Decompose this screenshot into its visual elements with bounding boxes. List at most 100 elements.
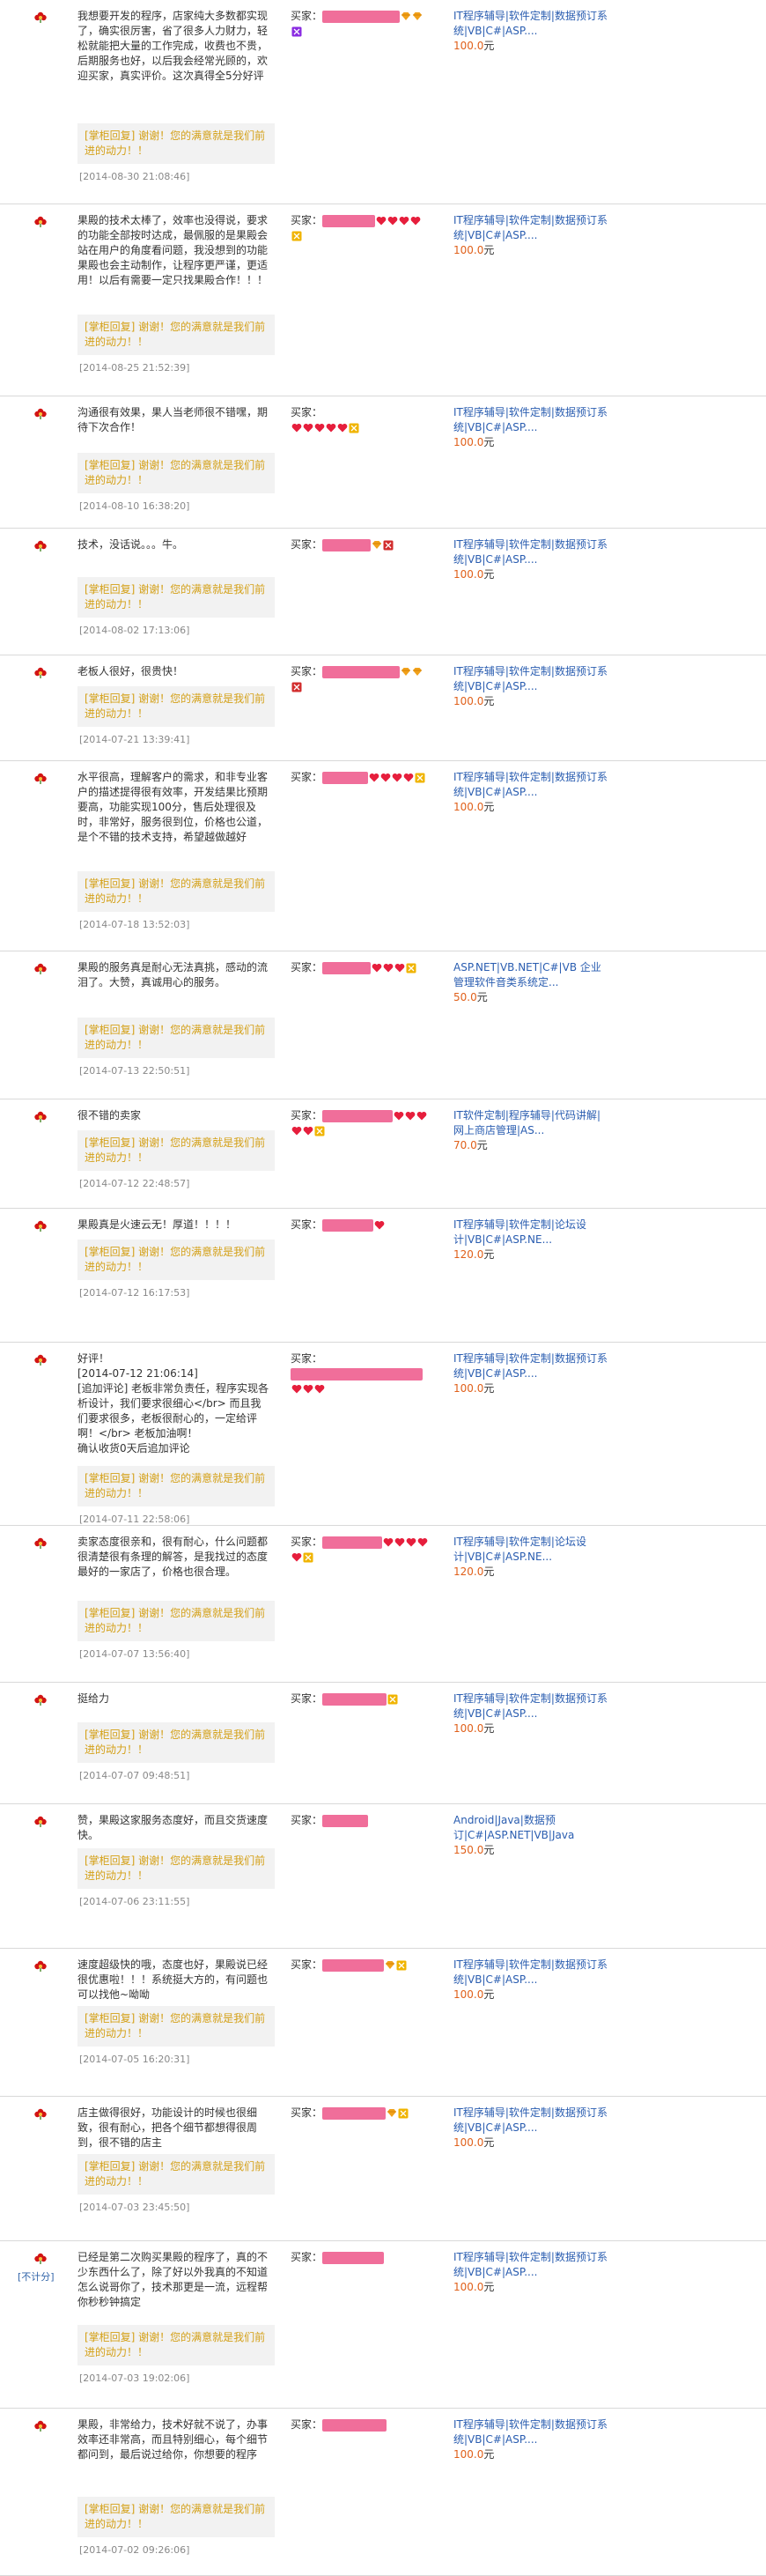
review-comment: 好评！ [2014-07-12 21:06:14] [追加评论] 老板非常负责任… [77, 1352, 269, 1455]
seller-reply: [掌柜回复] 谢谢！您的满意就是我们前进的动力！！ [77, 1848, 275, 1889]
product-link[interactable]: IT程序辅导|软件定制|数据预订系统|VB|C#|ASP.... [453, 213, 608, 243]
buyer-name-masked [322, 538, 372, 551]
heart-level-icon [387, 216, 398, 226]
product-link[interactable]: IT程序辅导|软件定制|论坛设计|VB|C#|ASP.NE... [453, 1535, 608, 1565]
buyer-info: 买家： [291, 770, 431, 785]
heart-level-icon [291, 1552, 302, 1562]
seller-reply: [掌柜回复] 谢谢！您的满意就是我们前进的动力！！ [77, 1018, 275, 1058]
buyer-info: 买家： [291, 1691, 431, 1706]
price-unit: 元 [483, 1722, 495, 1735]
buyer-info: 买家： [291, 664, 431, 694]
seller-reply: [掌柜回复] 谢谢！您的满意就是我们前进的动力！！ [77, 315, 275, 355]
review-date: [2014-07-06 23:11:55] [79, 1896, 190, 1907]
product-link[interactable]: IT程序辅导|软件定制|数据预订系统|VB|C#|ASP.... [453, 1958, 608, 1988]
buyer-badge-icon [314, 1126, 325, 1136]
buyer-info: 买家： [291, 2250, 431, 2265]
heart-level-icon [291, 1126, 302, 1136]
review-date: [2014-08-30 21:08:46] [79, 171, 190, 182]
buyer-info: 买家： [291, 1218, 431, 1232]
product-link[interactable]: IT程序辅导|软件定制|数据预订系统|VB|C#|ASP.... [453, 537, 608, 567]
diamond-level-icon [401, 11, 411, 21]
price-unit: 元 [483, 1844, 495, 1856]
good-rating-icon [33, 1693, 48, 1706]
review-row: 店主做得很好，功能设计的时候也很细致，很有耐心，把各个细节都想得很周到，很不错的… [0, 2097, 766, 2241]
diamond-level-icon [387, 2108, 397, 2118]
good-rating-icon [33, 2252, 48, 2264]
buyer-label: 买家： [291, 1692, 323, 1705]
buyer-name-masked [322, 1109, 394, 1122]
buyer-badge-icon [349, 423, 359, 433]
buyer-info: 买家： [291, 405, 431, 435]
buyer-info: 买家： [291, 1535, 431, 1565]
product-price: 100.0 [453, 1382, 484, 1395]
product-link[interactable]: IT软件定制|程序辅导|代码讲解|网上商店管理|AS... [453, 1108, 608, 1138]
diamond-level-icon [372, 540, 382, 550]
product-price: 100.0 [453, 436, 484, 448]
product-link[interactable]: IT程序辅导|软件定制|数据预订系统|VB|C#|ASP.... [453, 9, 608, 39]
review-comment: 果殿的服务真是耐心无法真挑，感动的流泪了。大赞，真诚用心的服务。 [77, 961, 269, 988]
buyer-name-masked [291, 1367, 423, 1381]
heart-level-icon [372, 963, 382, 973]
product-link[interactable]: IT程序辅导|软件定制|数据预订系统|VB|C#|ASP.... [453, 1691, 608, 1721]
seller-reply: [掌柜回复] 谢谢！您的满意就是我们前进的动力！！ [77, 2497, 275, 2537]
buyer-name-masked [322, 1958, 385, 1972]
product-price: 100.0 [453, 2281, 484, 2293]
review-row: 我想要开发的程序，店家纯大多数都实现了，确实很厉害，省了很多人力财力，轻松就能把… [0, 0, 766, 204]
buyer-info: 买家： [291, 960, 431, 975]
review-date: [2014-08-10 16:38:20] [79, 500, 190, 512]
review-row: 卖家态度很亲和，很有耐心，什么问题都很清楚很有条理的解答，是我找过的态度最好的一… [0, 1526, 766, 1683]
product-price: 100.0 [453, 568, 484, 581]
product-link[interactable]: IT程序辅导|软件定制|数据预订系统|VB|C#|ASP.... [453, 664, 608, 694]
buyer-name-masked [322, 1218, 374, 1232]
heart-level-icon [314, 423, 325, 433]
price-unit: 元 [483, 2281, 495, 2293]
product-link[interactable]: Android|Java|数据预订|C#|ASP.NET|VB|Java [453, 1813, 608, 1843]
no-score-label: [不计分] [18, 2271, 55, 2283]
seller-reply: [掌柜回复] 谢谢！您的满意就是我们前进的动力！！ [77, 1240, 275, 1280]
good-rating-icon [33, 666, 48, 678]
product-link[interactable]: IT程序辅导|软件定制|数据预订系统|VB|C#|ASP.... [453, 2417, 608, 2447]
buyer-badge-icon [291, 231, 302, 241]
review-comment: 店主做得很好，功能设计的时候也很细致，很有耐心，把各个细节都想得很周到，很不错的… [77, 2106, 258, 2149]
review-comment: 技术，没话说。。。牛。 [77, 538, 184, 551]
product-link[interactable]: IT程序辅导|软件定制|数据预订系统|VB|C#|ASP.... [453, 405, 608, 435]
heart-level-icon [376, 216, 387, 226]
product-link[interactable]: IT程序辅导|软件定制|数据预订系统|VB|C#|ASP.... [453, 2106, 608, 2136]
product-link[interactable]: IT程序辅导|软件定制|数据预订系统|VB|C#|ASP.... [453, 770, 608, 800]
product-info: IT程序辅导|软件定制|数据预订系统|VB|C#|ASP.... 100.0元 [453, 2106, 608, 2150]
buyer-label: 买家： [291, 2251, 323, 2263]
price-unit: 元 [483, 2136, 495, 2149]
review-comment: 老板人很好，很贵快！ [77, 665, 184, 677]
review-row: 水平很高，理解客户的需求，和非专业客户的描述提得很有效率，开发结果比预期要高，功… [0, 761, 766, 951]
heart-level-icon [416, 1111, 427, 1121]
product-link[interactable]: IT程序辅导|软件定制|数据预订系统|VB|C#|ASP.... [453, 2250, 608, 2280]
price-unit: 元 [483, 695, 495, 707]
price-unit: 元 [483, 40, 495, 52]
seller-reply: [掌柜回复] 谢谢！您的满意就是我们前进的动力！！ [77, 2154, 275, 2195]
review-row: [不计分] 已经是第二次购买果殿的程序了，真的不少东西什么了，除了好以外我真的不知… [0, 2241, 766, 2409]
buyer-label: 买家： [291, 1352, 323, 1365]
product-link[interactable]: ASP.NET|VB.NET|C#|VB 企业管理软件音类系统定... [453, 960, 608, 990]
seller-reply: [掌柜回复] 谢谢！您的满意就是我们前进的动力！！ [77, 1601, 275, 1641]
good-rating-icon [33, 1815, 48, 1827]
review-row: 速度超级快的哦，态度也好，果殿说已经很优惠啦！！！系统挺大方的，有问题也可以找他… [0, 1949, 766, 2097]
good-rating-icon [33, 2107, 48, 2120]
review-row: 挺给力 [掌柜回复] 谢谢！您的满意就是我们前进的动力！！ [2014-07-07 … [0, 1683, 766, 1804]
buyer-label: 买家： [291, 961, 323, 973]
product-info: IT程序辅导|软件定制|论坛设计|VB|C#|ASP.NE... 120.0元 [453, 1218, 608, 1262]
buyer-name-masked [322, 1536, 383, 1549]
review-date: [2014-07-21 13:39:41] [79, 734, 190, 745]
review-comment: 果殿的技术太棒了，效率也没得说，要求的功能全部按时达成，最佩服的是果殿会站在用户… [77, 214, 269, 286]
buyer-info: 买家： [291, 2417, 431, 2432]
product-link[interactable]: IT程序辅导|软件定制|数据预订系统|VB|C#|ASP.... [453, 1351, 608, 1381]
good-rating-icon [33, 772, 48, 784]
review-comment: 果殿，非常给力，技术好就不说了，办事效率还非常高，而且特别细心，每个细节都问到，… [77, 2418, 269, 2461]
product-price: 120.0 [453, 1566, 484, 1578]
product-link[interactable]: IT程序辅导|软件定制|论坛设计|VB|C#|ASP.NE... [453, 1218, 608, 1247]
product-info: IT程序辅导|软件定制|数据预订系统|VB|C#|ASP.... 100.0元 [453, 2417, 608, 2462]
heart-level-icon [406, 1537, 416, 1547]
heart-level-icon [291, 1384, 302, 1394]
review-date: [2014-07-03 23:45:50] [79, 2202, 190, 2213]
product-info: IT程序辅导|软件定制|数据预订系统|VB|C#|ASP.... 100.0元 [453, 1351, 608, 1396]
heart-level-icon [392, 773, 402, 782]
